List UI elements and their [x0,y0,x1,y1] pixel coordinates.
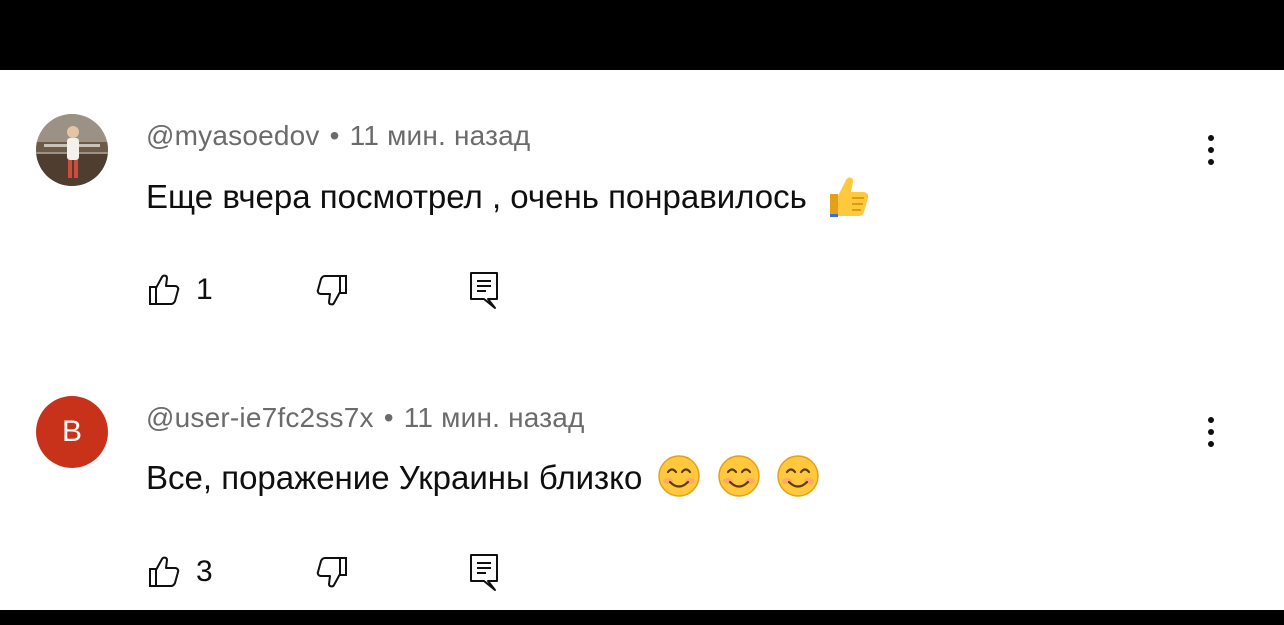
comment-time[interactable]: 11 мин. назад [350,120,531,151]
dislike-button[interactable] [314,552,350,592]
comment-author[interactable]: @user-ie7fc2ss7x [146,402,374,433]
reply-comment-icon [470,554,498,591]
like-count: 3 [196,555,213,588]
smiling-face-emoji-icon [776,454,820,507]
more-options-button[interactable] [1196,410,1226,454]
smiling-face-emoji-icon [657,454,701,507]
meta-separator: • [329,120,340,151]
reply-button[interactable] [468,270,500,310]
comments-panel: @myasoedov • 11 мин. назад Еще вчера посмо… [0,70,1284,610]
like-count: 1 [196,273,213,306]
thumbs-down-outline-icon [316,275,347,306]
more-vertical-icon [1208,417,1214,447]
reply-comment-icon [470,272,498,309]
avatar-photo [36,114,108,186]
thumbs-up-emoji-icon [822,172,872,227]
comment-meta: @user-ie7fc2ss7x • 11 мин. назад [146,402,585,434]
like-button[interactable]: 3 [146,552,213,592]
more-vertical-icon [1208,135,1214,165]
dislike-button[interactable] [314,270,350,310]
comment-time[interactable]: 11 мин. назад [404,402,585,433]
thumbs-up-outline-icon [149,274,180,305]
thumbs-up-outline-icon [149,556,180,587]
comment-text: Все, поражение Украины близко [146,454,820,507]
comment-item: @myasoedov • 11 мин. назад Еще вчера посмо… [0,110,1284,330]
like-button[interactable]: 1 [146,270,213,310]
comment-text-body: Еще вчера посмотрел , очень понравилось [146,178,807,216]
more-options-button[interactable] [1196,128,1226,172]
smiling-face-emoji-icon [717,454,761,507]
thumbs-down-outline-icon [316,557,347,588]
comment-text: Еще вчера посмотрел , очень понравилось [146,172,872,227]
comment-author[interactable]: @myasoedov [146,120,320,151]
meta-separator: • [383,402,394,433]
comment-meta: @myasoedov • 11 мин. назад [146,120,530,152]
avatar[interactable]: B [36,396,108,468]
comment-text-body: Все, поражение Украины близко [146,459,643,497]
avatar[interactable] [36,114,108,186]
comment-item: B @user-ie7fc2ss7x • 11 мин. назад Все, по… [0,392,1284,612]
avatar-letter: B [61,415,82,448]
reply-button[interactable] [468,552,500,592]
